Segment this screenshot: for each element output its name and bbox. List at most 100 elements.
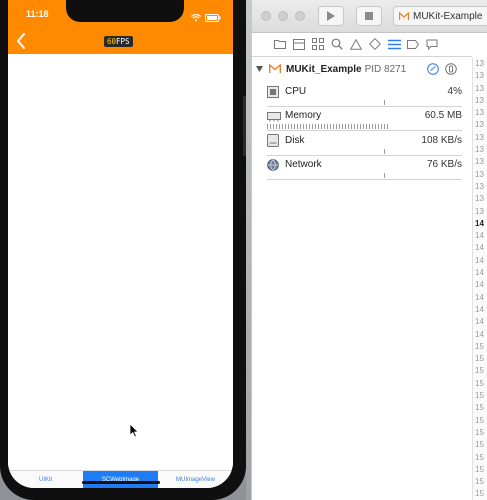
- source-control-icon[interactable]: [291, 36, 307, 52]
- battery-icon: [205, 9, 221, 27]
- line-number: 15: [475, 378, 484, 388]
- gauge-track: [267, 100, 462, 107]
- disclosure-triangle-icon: [256, 66, 263, 72]
- app-icon: [269, 64, 281, 73]
- line-number: 13: [475, 157, 484, 167]
- xcode-window: MUKit-Example MUKit_Example PID 8271 CPU…: [251, 0, 487, 500]
- line-number: 15: [475, 354, 484, 364]
- line-number: 14: [475, 280, 484, 290]
- gauge-fill: [384, 149, 385, 154]
- line-number: 15: [475, 452, 484, 462]
- stop-icon: [365, 12, 373, 20]
- line-number: 15: [475, 427, 484, 437]
- gauge-refresh-icon[interactable]: [427, 63, 439, 78]
- fps-label: FPS: [116, 37, 130, 46]
- status-time: 11:18: [26, 9, 49, 19]
- xcode-toolbar: MUKit-Example: [252, 0, 487, 33]
- line-number: 13: [475, 145, 484, 155]
- gauge-label: Network: [285, 159, 322, 170]
- gauge-network[interactable]: Network 76 KB/s: [267, 157, 462, 180]
- report-icon[interactable]: [424, 36, 440, 52]
- fps-badge: 60FPS: [104, 36, 133, 47]
- line-number: 14: [475, 292, 484, 302]
- line-number: 14: [475, 243, 484, 253]
- line-number: 14: [475, 317, 484, 327]
- fps-value: 60: [107, 37, 117, 46]
- gauge-label: Disk: [285, 135, 305, 146]
- line-number: 13: [475, 108, 484, 118]
- line-number: 13: [475, 181, 484, 191]
- gauge-value: 108 KB/s: [421, 135, 462, 146]
- process-pid: PID 8271: [364, 63, 407, 75]
- notch: [66, 0, 184, 22]
- gauge-value: 76 KB/s: [426, 159, 462, 170]
- scheme-selector[interactable]: MUKit-Example: [393, 6, 487, 26]
- play-icon: [327, 11, 335, 21]
- line-number: 13: [475, 169, 484, 179]
- line-number: 14: [475, 231, 484, 241]
- line-number: 15: [475, 403, 484, 413]
- line-number: 15: [475, 477, 484, 487]
- line-number: 15: [475, 440, 484, 450]
- process-name: MUKit_Example: [286, 63, 362, 75]
- app-target-icon: [399, 11, 409, 20]
- navigation-bar: 60FPS: [8, 28, 233, 54]
- mouse-cursor-icon: [129, 423, 139, 443]
- gauge-label: CPU: [285, 86, 307, 97]
- line-number: 15: [475, 415, 484, 425]
- run-button[interactable]: [318, 6, 344, 26]
- gauge-memory[interactable]: Memory 60.5 MB: [267, 108, 462, 131]
- gauge-track: [267, 173, 462, 180]
- process-info-icon[interactable]: [445, 63, 457, 78]
- gauge-cpu[interactable]: CPU 4%: [267, 84, 462, 107]
- status-icons: [190, 9, 221, 27]
- tab-uikit[interactable]: UIKit: [8, 471, 83, 488]
- wifi-icon: [190, 9, 202, 27]
- tab-scwebimage[interactable]: SCWebImage: [83, 471, 158, 488]
- chevron-left-icon: [17, 33, 25, 49]
- line-number: 14: [475, 329, 484, 339]
- process-row[interactable]: MUKit_Example PID 8271: [252, 60, 472, 78]
- line-number: 13: [475, 194, 484, 204]
- gauge-fill: [384, 173, 385, 178]
- warning-icon[interactable]: [348, 36, 364, 52]
- line-number: 15: [475, 489, 484, 499]
- test-icon[interactable]: [367, 36, 383, 52]
- line-number: 14: [475, 218, 484, 228]
- navigator-selector-bar: [252, 32, 472, 57]
- symbol-icon[interactable]: [310, 36, 326, 52]
- line-number: 13: [475, 59, 484, 68]
- back-button[interactable]: [12, 31, 30, 51]
- line-number: 13: [475, 71, 484, 81]
- minimize-window-button[interactable]: [278, 11, 288, 21]
- line-number: 15: [475, 464, 484, 474]
- folder-icon[interactable]: [272, 36, 288, 52]
- phone-screen: 11:18 60FPS UIKit SCWebImage MUImageView: [8, 0, 233, 488]
- gauge-disk[interactable]: Disk 108 KB/s: [267, 133, 462, 156]
- home-indicator[interactable]: [82, 481, 160, 484]
- search-icon[interactable]: [329, 36, 345, 52]
- tab-muimageview[interactable]: MUImageView: [158, 471, 233, 488]
- tab-bar: UIKit SCWebImage MUImageView: [8, 470, 233, 488]
- stop-button[interactable]: [356, 6, 382, 26]
- gauge-fill: [267, 124, 388, 129]
- gauge-track: [267, 149, 462, 156]
- line-number: 14: [475, 268, 484, 278]
- line-number: 13: [475, 206, 484, 216]
- gauge-track: [267, 124, 462, 131]
- line-number: 14: [475, 255, 484, 265]
- zoom-window-button[interactable]: [295, 11, 305, 21]
- line-number: 15: [475, 366, 484, 376]
- close-window-button[interactable]: [261, 11, 271, 21]
- iphone-simulator: 11:18 60FPS UIKit SCWebImage MUImageView: [0, 0, 246, 500]
- debug-navigator-icon[interactable]: [386, 36, 402, 52]
- content-area: [8, 54, 233, 468]
- line-number: 15: [475, 391, 484, 401]
- gauge-value: 60.5 MB: [424, 110, 462, 121]
- gauge-fill: [384, 100, 385, 105]
- line-number: 13: [475, 95, 484, 105]
- breakpoint-icon[interactable]: [405, 36, 421, 52]
- line-number: 13: [475, 83, 484, 93]
- line-number-gutter: 13 13 13 13 13 13 13 13 13 13 13 13 13 14 14 14 14 14 14 14…: [472, 58, 487, 500]
- gauge-value: 4%: [447, 86, 462, 97]
